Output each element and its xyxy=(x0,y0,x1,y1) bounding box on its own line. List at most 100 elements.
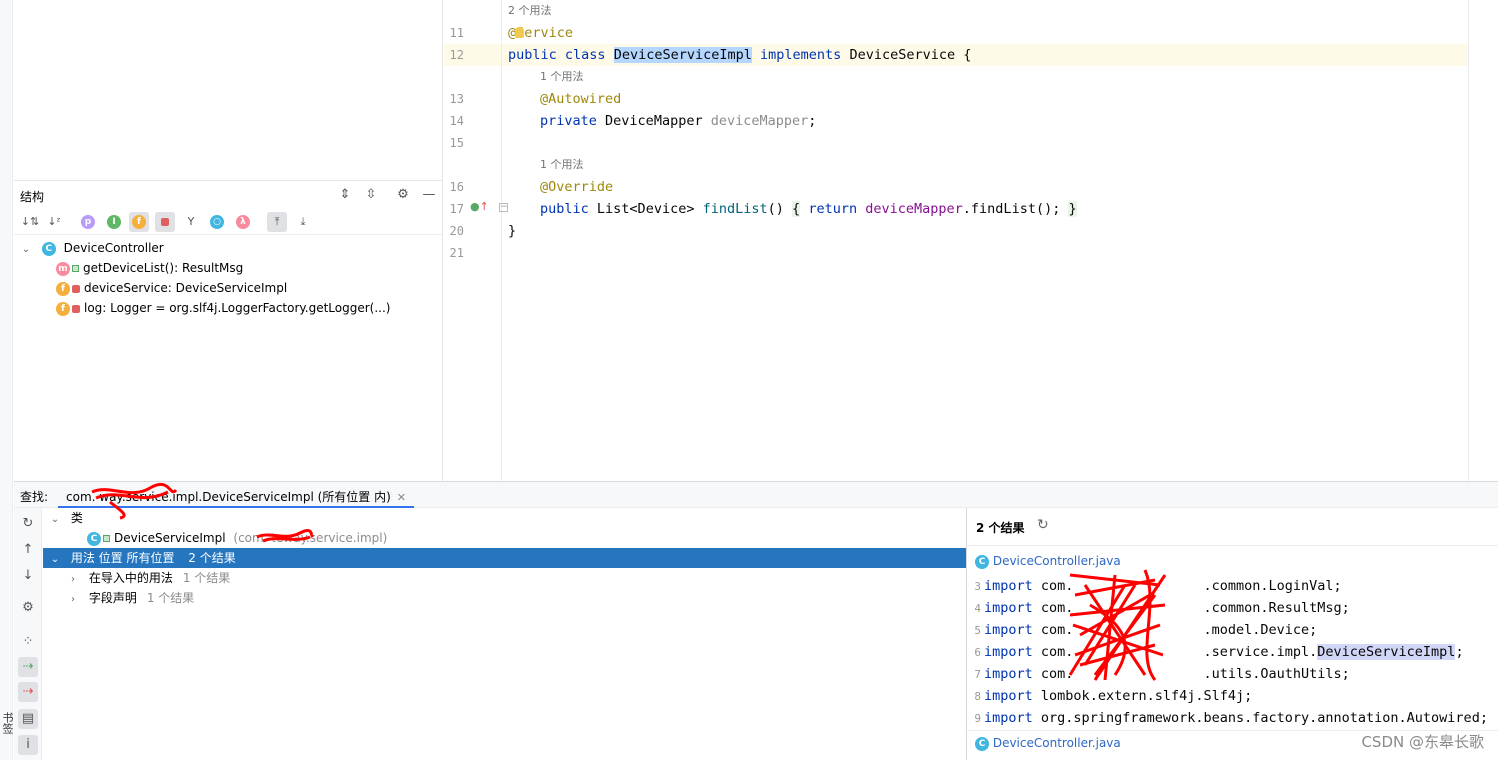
line-number: 21 xyxy=(449,246,464,260)
result-class-item[interactable]: C DeviceServiceImpl (com. teway.service.i… xyxy=(43,528,966,548)
show-non-public-icon[interactable] xyxy=(155,212,175,232)
editor-scrollbar[interactable] xyxy=(1468,0,1498,481)
preview-header: 2 个结果 ↻ xyxy=(967,508,1498,546)
tree-member[interactable]: m getDeviceList(): ResultMsg xyxy=(56,258,243,278)
line-number: 17 xyxy=(449,202,464,216)
tree-member[interactable]: f deviceService: DeviceServiceImpl xyxy=(56,278,287,298)
private-icon xyxy=(72,284,80,293)
public-icon xyxy=(103,535,110,542)
arrow-down-icon[interactable]: ↓ xyxy=(18,566,38,586)
override-gutter-icon[interactable]: ●↑ xyxy=(470,200,489,213)
structure-toolbar: ↓⇅ ↓ᶻ p I f Y ○ λ ⤒ ⤓ xyxy=(14,209,443,235)
project-panel xyxy=(14,0,443,181)
result-group-usages[interactable]: ⌄ 用法 位置 所有位置 2 个结果 xyxy=(43,548,966,568)
editor-gutter: 11 12 13 14 15 16 17 20 21 ●↑ − xyxy=(444,0,508,481)
java-file-icon: C xyxy=(975,554,989,569)
arrow-up-icon[interactable]: ↑ xyxy=(18,540,38,560)
field-icon: f xyxy=(56,281,70,296)
find-results-tree: ⌄ 类 C DeviceServiceImpl (com. teway.servi… xyxy=(43,508,966,760)
expand-all-icon[interactable]: ⇕ xyxy=(336,186,354,204)
subgroup-label: 字段声明 xyxy=(88,591,137,605)
chevron-right-icon[interactable]: › xyxy=(67,590,79,610)
structure-panel: 结构 ⇕ ⇳ ⚙ — ↓⇅ ↓ᶻ p I f Y ○ λ ⤒ ⤓ ⌄ C Dev… xyxy=(14,181,443,481)
line-number: 12 xyxy=(449,48,464,62)
show-properties-icon[interactable]: p xyxy=(78,212,98,232)
show-lambdas-icon[interactable]: λ xyxy=(233,212,253,232)
intention-bulb-icon[interactable] xyxy=(515,27,524,38)
subgroup-count: 1 个结果 xyxy=(146,591,195,605)
tree-member[interactable]: f log: Logger = org.slf4j.LoggerFactory.g… xyxy=(56,298,390,318)
line-number: 14 xyxy=(449,114,464,128)
chevron-down-icon[interactable]: ⌄ xyxy=(49,550,61,570)
group-count: 2 个结果 xyxy=(188,551,236,565)
usage-hint[interactable]: 2 个用法 xyxy=(508,0,552,22)
bookmarks-tab[interactable]: 书签 xyxy=(0,712,14,760)
sort-by-visibility-icon[interactable]: ↓⇅ xyxy=(20,212,40,232)
result-subgroup[interactable]: › 字段声明 1 个结果 xyxy=(43,588,966,608)
find-tab-title: com. way.service.impl.DeviceServiceImpl … xyxy=(66,490,391,504)
minimize-icon[interactable]: — xyxy=(420,186,438,204)
result-subgroup[interactable]: › 在导入中的用法 1 个结果 xyxy=(43,568,966,588)
file-name: DeviceController.java xyxy=(992,554,1121,568)
tree-root[interactable]: ⌄ C DeviceController xyxy=(20,238,164,258)
code-line: public class DeviceServiceImpl implement… xyxy=(508,47,972,63)
find-toolbar: ↻ ↑ ↓ ⚙ ⁘ ⇢ ⇢ ▤ i xyxy=(14,508,42,760)
result-count: 2 个结果 xyxy=(976,521,1025,535)
structure-header: 结构 ⇕ ⇳ ⚙ — xyxy=(14,181,443,208)
show-inherited-icon[interactable]: I xyxy=(104,212,124,232)
watermark: CSDN @东皋长歌 xyxy=(1361,733,1484,751)
autoscroll-from-source-icon[interactable]: ⤓ xyxy=(293,212,313,232)
file-name: DeviceController.java xyxy=(992,736,1121,750)
autoscroll-to-source-icon[interactable]: ⤒ xyxy=(267,212,287,232)
preview-icon[interactable]: ▤ xyxy=(18,709,38,729)
line-number: 20 xyxy=(449,224,464,238)
preview-line: 7 import com. .utils.OauthUtils; xyxy=(974,666,1350,682)
chevron-right-icon[interactable]: › xyxy=(67,570,79,590)
file-link[interactable]: C DeviceController.java xyxy=(975,733,1121,753)
package-label: (com. teway.service.impl) xyxy=(233,531,388,545)
show-hierarchy-icon[interactable]: Y xyxy=(181,212,201,232)
java-file-icon: C xyxy=(975,736,989,751)
show-fields-icon[interactable]: f xyxy=(129,212,149,232)
show-anonymous-icon[interactable]: ○ xyxy=(207,212,227,232)
info-icon[interactable]: i xyxy=(18,735,38,755)
find-bar: 查找: com. way.service.impl.DeviceServiceI… xyxy=(14,481,1498,508)
public-icon xyxy=(72,265,79,272)
line-number: 11 xyxy=(449,26,464,40)
static-field-icon: f xyxy=(56,301,70,316)
group-label: 类 xyxy=(70,511,83,525)
gear-icon[interactable]: ⚙ xyxy=(394,186,412,204)
navigate-to-source-icon[interactable]: ⇢ xyxy=(18,657,38,677)
preview-line: 5 import com. .model.Device; xyxy=(974,622,1318,638)
tree-root-label: DeviceController xyxy=(63,241,164,255)
code-line: @Override xyxy=(540,179,614,195)
find-tab[interactable]: com. way.service.impl.DeviceServiceImpl … xyxy=(58,482,414,508)
usage-hint[interactable]: 1 个用法 xyxy=(540,66,584,88)
rerun-icon[interactable]: ↻ xyxy=(18,514,38,534)
usage-hint[interactable]: 1 个用法 xyxy=(540,154,584,176)
member-label: log: Logger = org.slf4j.LoggerFactory.ge… xyxy=(84,301,391,315)
line-number: 16 xyxy=(449,180,464,194)
chevron-down-icon[interactable]: ⌄ xyxy=(20,240,32,260)
collapse-all-icon[interactable]: ⇳ xyxy=(362,186,380,204)
sort-alpha-icon[interactable]: ↓ᶻ xyxy=(44,212,64,232)
preview-pane: 2 个结果 ↻ C DeviceController.java 3 import … xyxy=(966,508,1498,760)
code-line: } xyxy=(508,223,517,239)
line-number: 15 xyxy=(449,136,464,150)
result-group-class[interactable]: ⌄ 类 xyxy=(43,508,966,528)
show-read-access-icon[interactable]: ⇢ xyxy=(18,682,38,702)
member-label: getDeviceList(): ResultMsg xyxy=(83,261,244,275)
line-number: 13 xyxy=(449,92,464,106)
chevron-down-icon[interactable]: ⌄ xyxy=(49,510,61,530)
group-by-icon[interactable]: ⁘ xyxy=(18,632,38,652)
find-label: 查找: xyxy=(20,490,49,504)
close-icon[interactable]: ✕ xyxy=(397,491,406,504)
code-editor[interactable]: 2 个用法 @Service public class DeviceServic… xyxy=(503,0,1468,481)
code-line: @Autowired xyxy=(540,91,622,107)
code-line: private DeviceMapper deviceMapper; xyxy=(540,113,817,129)
file-link[interactable]: C DeviceController.java xyxy=(975,551,1121,571)
structure-title: 结构 xyxy=(20,190,45,204)
left-tool-strip xyxy=(0,0,13,760)
refresh-icon[interactable]: ↻ xyxy=(1037,517,1049,533)
gear-icon[interactable]: ⚙ xyxy=(18,598,38,618)
